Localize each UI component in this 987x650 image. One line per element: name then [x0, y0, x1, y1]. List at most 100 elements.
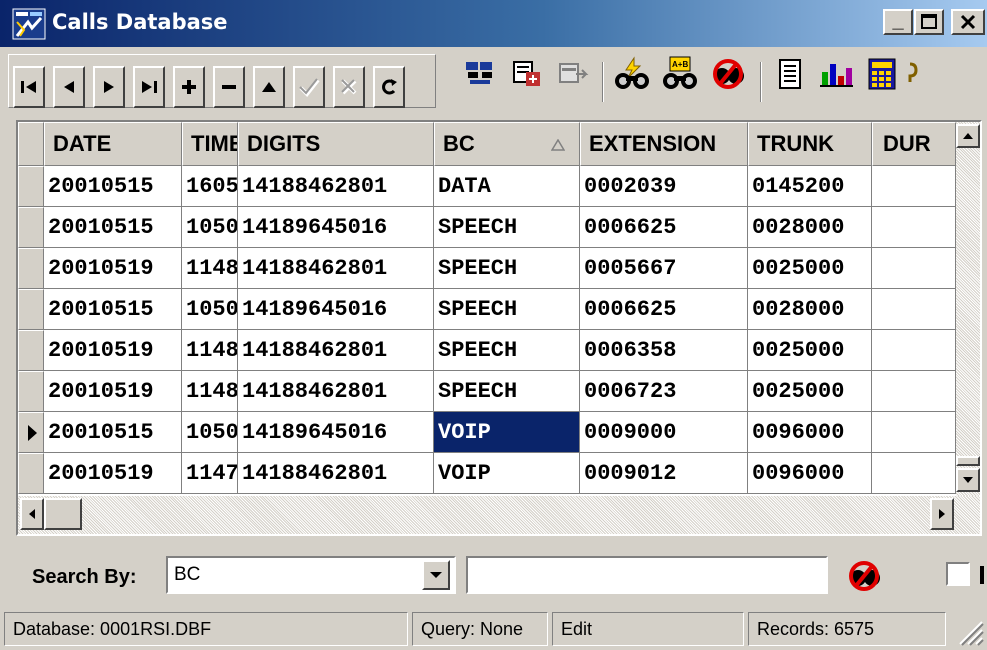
cell-bc[interactable]: VOIP: [434, 453, 580, 494]
refresh-button[interactable]: [373, 66, 405, 108]
cell-trunk[interactable]: 0025000: [748, 248, 872, 289]
cell-time[interactable]: 1605: [182, 166, 238, 207]
table-row[interactable]: 20010515 1050 14189645016 VOIP 0009000 009600…: [18, 412, 956, 456]
cell-bc[interactable]: SPEECH: [434, 248, 580, 289]
table-row[interactable]: 20010515 1050 14189645016 SPEECH 0006625 0028…: [18, 289, 956, 333]
delete-record-button[interactable]: [213, 66, 245, 108]
cell-time[interactable]: 1050: [182, 207, 238, 248]
advanced-query-icon[interactable]: A+B: [660, 56, 700, 92]
cell-bc[interactable]: SPEECH: [434, 207, 580, 248]
search-option-checkbox[interactable]: [946, 562, 970, 586]
cell-extension[interactable]: 0009000: [580, 412, 748, 453]
cell-extension[interactable]: 0006625: [580, 207, 748, 248]
search-text-input[interactable]: [466, 556, 828, 594]
cell-extension[interactable]: 0002039: [580, 166, 748, 207]
cancel-edit-button[interactable]: [333, 66, 365, 108]
scroll-left-button[interactable]: [20, 498, 44, 530]
horizontal-scrollbar[interactable]: [18, 496, 980, 534]
cell-digits[interactable]: 14188462801: [238, 453, 434, 494]
cell-time[interactable]: 1148: [182, 330, 238, 371]
column-header-time[interactable]: TIME: [182, 122, 238, 166]
table-row[interactable]: 20010519 1148 14188462801 SPEECH 0006358 0025…: [18, 330, 956, 374]
post-edit-button[interactable]: [293, 66, 325, 108]
column-header-extension[interactable]: EXTENSION: [580, 122, 748, 166]
first-record-button[interactable]: [13, 66, 45, 108]
search-field-dropdown-button[interactable]: [422, 560, 450, 590]
horizontal-scroll-thumb[interactable]: [44, 498, 82, 530]
cell-digits[interactable]: 14188462801: [238, 371, 434, 412]
calculator-icon[interactable]: [864, 56, 900, 92]
table-row[interactable]: 20010515 1050 14189645016 SPEECH 0006625 0028…: [18, 207, 956, 251]
resize-grip-icon[interactable]: [954, 616, 984, 646]
scroll-up-button[interactable]: [956, 124, 980, 148]
last-record-button[interactable]: [133, 66, 165, 108]
query-binoculars-icon[interactable]: [612, 56, 652, 92]
cell-date[interactable]: 20010519: [44, 330, 182, 371]
cell-extension[interactable]: 0006723: [580, 371, 748, 412]
table-row[interactable]: 20010519 1148 14188462801 SPEECH 0005667 0025…: [18, 248, 956, 292]
cell-extension[interactable]: 0006358: [580, 330, 748, 371]
cell-digits[interactable]: 14189645016: [238, 412, 434, 453]
cell-date[interactable]: 20010519: [44, 371, 182, 412]
cell-dur[interactable]: [872, 207, 956, 248]
scroll-thumb[interactable]: [956, 456, 980, 466]
cell-digits[interactable]: 14188462801: [238, 248, 434, 289]
cell-dur[interactable]: [872, 166, 956, 207]
copy-record-icon[interactable]: [510, 56, 546, 92]
clear-search-icon[interactable]: [846, 558, 882, 594]
prior-record-button[interactable]: [53, 66, 85, 108]
search-field-select[interactable]: BC: [166, 556, 456, 594]
cell-trunk[interactable]: 0028000: [748, 207, 872, 248]
cell-time[interactable]: 1147: [182, 453, 238, 494]
cell-extension[interactable]: 0009012: [580, 453, 748, 494]
cell-trunk[interactable]: 0028000: [748, 289, 872, 330]
next-record-button[interactable]: [93, 66, 125, 108]
table-row[interactable]: 20010519 1147 14188462801 VOIP 0009012 009600…: [18, 453, 956, 497]
cell-trunk[interactable]: 0096000: [748, 453, 872, 494]
cell-dur[interactable]: [872, 371, 956, 412]
close-button[interactable]: [951, 9, 985, 35]
cell-extension[interactable]: 0006625: [580, 289, 748, 330]
cell-digits[interactable]: 14189645016: [238, 207, 434, 248]
cell-time[interactable]: 1148: [182, 371, 238, 412]
cell-dur[interactable]: [872, 248, 956, 289]
scroll-right-button[interactable]: [930, 498, 954, 530]
cell-date[interactable]: 20010515: [44, 166, 182, 207]
cell-dur[interactable]: [872, 289, 956, 330]
cell-trunk[interactable]: 0145200: [748, 166, 872, 207]
cell-bc[interactable]: DATA: [434, 166, 580, 207]
maximize-button[interactable]: [914, 9, 944, 35]
cell-time[interactable]: 1050: [182, 289, 238, 330]
find-icon[interactable]: [462, 56, 498, 92]
chart-icon[interactable]: [818, 56, 854, 92]
cell-trunk[interactable]: 0096000: [748, 412, 872, 453]
cell-bc[interactable]: SPEECH: [434, 330, 580, 371]
cell-trunk[interactable]: 0025000: [748, 371, 872, 412]
report-icon[interactable]: [772, 56, 808, 92]
edit-record-button[interactable]: [253, 66, 285, 108]
insert-record-button[interactable]: [173, 66, 205, 108]
cell-bc[interactable]: VOIP: [434, 412, 580, 453]
cell-dur[interactable]: [872, 330, 956, 371]
column-header-digits[interactable]: DIGITS: [238, 122, 434, 166]
cell-extension[interactable]: 0005667: [580, 248, 748, 289]
cell-date[interactable]: 20010519: [44, 248, 182, 289]
cell-dur[interactable]: [872, 412, 956, 453]
column-header-date[interactable]: DATE: [44, 122, 182, 166]
column-header-trunk[interactable]: TRUNK: [748, 122, 872, 166]
cell-bc[interactable]: SPEECH: [434, 289, 580, 330]
cell-time[interactable]: 1050: [182, 412, 238, 453]
minimize-button[interactable]: _: [883, 9, 913, 35]
cell-digits[interactable]: 14188462801: [238, 166, 434, 207]
clear-query-icon[interactable]: [710, 56, 746, 92]
table-row[interactable]: 20010519 1148 14188462801 SPEECH 0006723 0025…: [18, 371, 956, 415]
scroll-down-button[interactable]: [956, 468, 980, 492]
cell-dur[interactable]: [872, 453, 956, 494]
cell-time[interactable]: 1148: [182, 248, 238, 289]
cell-date[interactable]: 20010515: [44, 289, 182, 330]
cell-digits[interactable]: 14189645016: [238, 289, 434, 330]
cell-digits[interactable]: 14188462801: [238, 330, 434, 371]
table-row[interactable]: 20010515 1605 14188462801 DATA 0002039 014520…: [18, 166, 956, 210]
database-app-icon[interactable]: [12, 8, 46, 40]
cell-date[interactable]: 20010515: [44, 207, 182, 248]
